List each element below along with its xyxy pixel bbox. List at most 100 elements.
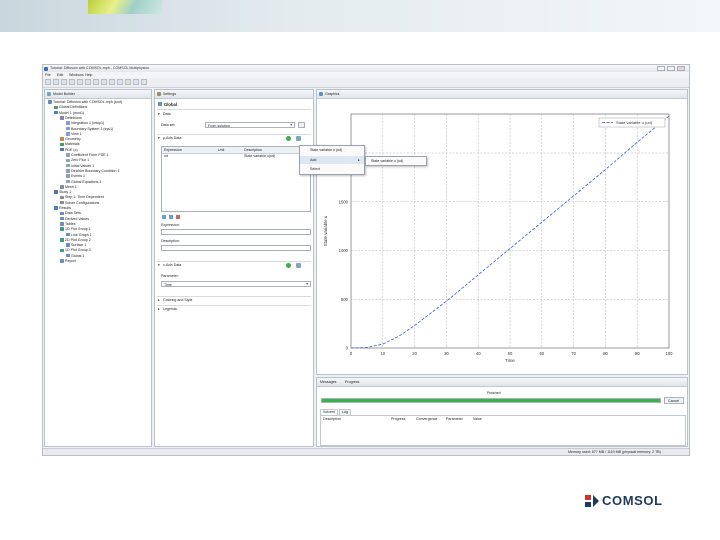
menu-item-select[interactable]: Select — [300, 165, 364, 173]
tree-item[interactable]: Global Equations 1 — [66, 180, 101, 185]
close-button[interactable] — [677, 66, 685, 71]
tree-item[interactable]: Study 1 — [54, 190, 71, 195]
tree-item[interactable]: Line Graph 1 — [66, 233, 92, 238]
tree-item[interactable]: 1D Plot Group 1 — [60, 227, 91, 232]
replace-expression-icon[interactable] — [296, 136, 301, 141]
tree-item[interactable]: Boundary System 1 (sys1) — [66, 127, 113, 132]
tree-item[interactable]: Tables — [60, 222, 75, 227]
menu-item-add[interactable]: Add ▸ — [300, 156, 364, 164]
submenu-item-state-variable[interactable]: State variable u (ud) — [366, 157, 426, 165]
tree-item[interactable]: PDE (c) — [60, 148, 78, 153]
tree-item-label: Coefficient Form PDE 1 — [71, 153, 109, 157]
compute-icon[interactable] — [125, 79, 131, 85]
line-chart[interactable]: 01020304050607080901000500100015002000Ti… — [317, 98, 688, 375]
go-to-source-icon[interactable] — [298, 122, 305, 128]
cancel-button[interactable]: Cancel — [664, 397, 684, 404]
parameter-select[interactable]: Time ▾ — [161, 281, 311, 287]
menu-help[interactable]: Help — [85, 73, 92, 78]
plot-icon[interactable] — [133, 79, 139, 85]
delete-icon[interactable] — [176, 215, 180, 219]
tab-solvers[interactable]: Solvers — [320, 409, 338, 415]
results-icon — [54, 206, 58, 210]
tree-item[interactable]: Global 1 — [66, 254, 84, 259]
menu-file[interactable]: File — [45, 73, 51, 78]
tree-item[interactable]: Report — [60, 259, 76, 264]
table-row[interactable]: ud State variable u(ud) — [162, 153, 310, 159]
save-icon[interactable] — [61, 79, 67, 85]
tree-item[interactable]: Solver Configurations — [60, 201, 99, 206]
tree-item[interactable]: Model 1 (mod1) — [54, 111, 84, 116]
open-icon[interactable] — [53, 79, 59, 85]
data-set-select[interactable]: From solution ▾ — [205, 122, 295, 128]
datasets-icon — [60, 211, 64, 216]
tree-item-label: Report — [65, 259, 76, 263]
undo-icon[interactable] — [69, 79, 75, 85]
tree-item[interactable]: 2D Plot Group 2 — [60, 238, 91, 243]
tree-item[interactable]: Initial Values 1 — [66, 164, 94, 169]
tree-item[interactable]: Tutorial: Diffusion with COMSOL.mph (roo… — [48, 100, 122, 105]
new-icon[interactable] — [45, 79, 51, 85]
paste-icon[interactable] — [93, 79, 99, 85]
tree-item[interactable]: Global Definitions — [54, 105, 87, 110]
menu-item-state-variable[interactable]: State variable u (ud) — [300, 146, 364, 154]
expression-field[interactable] — [161, 229, 311, 235]
tab-progress[interactable]: Progress — [345, 380, 359, 385]
move-up-icon[interactable] — [162, 215, 166, 219]
tab-messages[interactable]: Messages — [320, 380, 336, 385]
derived-values-icon — [60, 216, 64, 221]
section-toggle-icon[interactable]: ▸ — [158, 307, 160, 312]
menu-edit[interactable]: Edit — [57, 73, 63, 78]
build-icon[interactable] — [109, 79, 115, 85]
delete-icon[interactable] — [101, 79, 107, 85]
tree-item[interactable]: Data Sets — [60, 211, 81, 216]
tree-item[interactable]: Mesh 1 — [60, 185, 77, 190]
add-icon[interactable] — [286, 263, 291, 268]
tree-item[interactable]: Derived Values — [60, 217, 89, 222]
move-down-icon[interactable] — [169, 215, 173, 219]
maximize-button[interactable] — [667, 66, 675, 71]
tree-item[interactable]: Coefficient Form PDE 1 — [66, 153, 109, 158]
tree-item[interactable]: Zero Flux 1 — [66, 158, 89, 163]
replace-expression-icon[interactable] — [296, 263, 301, 268]
tree-item[interactable]: View 1 — [66, 132, 82, 137]
legends-section-header[interactable]: Legends — [163, 307, 177, 312]
tree-item[interactable]: Events 1 — [66, 174, 85, 179]
settings-tab[interactable]: Settings — [155, 90, 313, 99]
menu-windows[interactable]: Windows — [69, 73, 84, 78]
y-axis-section-header[interactable]: y-Axis Data — [163, 136, 181, 141]
model-builder-tab[interactable]: Model Builder — [45, 90, 151, 99]
tree-item-label: Data Sets — [65, 211, 81, 216]
tree-item[interactable]: Surface 1 — [66, 243, 86, 248]
copy-icon[interactable] — [85, 79, 91, 85]
tab-log[interactable]: Log — [339, 409, 351, 415]
tree-item[interactable]: Geometry — [60, 137, 81, 142]
main-toolbar — [43, 78, 689, 88]
tree-item-label: Derived Values — [65, 216, 90, 221]
x-tick-label: 100 — [666, 351, 674, 356]
tree-item[interactable]: Step 1: Time Dependent — [60, 195, 104, 200]
tree-item[interactable]: Dirichlet Boundary Condition 1 — [66, 169, 120, 174]
tree-item[interactable]: Results — [54, 206, 71, 211]
description-field[interactable] — [161, 245, 311, 251]
progress-tabbar: Messages Progress — [317, 378, 687, 387]
tree-item[interactable]: Materials — [60, 142, 80, 147]
coloring-section-header[interactable]: Coloring and Style — [163, 298, 192, 303]
data-section-header[interactable]: Data — [163, 112, 171, 117]
section-toggle-icon[interactable]: ▸ — [158, 298, 160, 303]
progress-bar — [321, 398, 661, 403]
minimize-button[interactable] — [657, 66, 665, 71]
tree-item[interactable]: 1D Plot Group 3 — [60, 248, 91, 253]
tree-item[interactable]: Integration 1 (intop1) — [66, 121, 104, 126]
section-toggle-icon[interactable]: ▾ — [158, 136, 160, 141]
tree-item[interactable]: Definitions — [60, 116, 82, 121]
x-axis-section-header[interactable]: x-Axis Data — [163, 263, 181, 268]
add-icon[interactable] — [286, 136, 291, 141]
section-toggle-icon[interactable]: ▾ — [158, 263, 160, 268]
redo-icon[interactable] — [77, 79, 83, 85]
view-icon — [66, 132, 70, 136]
mesh-icon[interactable] — [117, 79, 123, 85]
section-toggle-icon[interactable]: ▾ — [158, 112, 160, 117]
description-label: Description: — [161, 239, 180, 243]
help-icon[interactable] — [141, 79, 147, 85]
graphics-icon — [319, 92, 323, 96]
